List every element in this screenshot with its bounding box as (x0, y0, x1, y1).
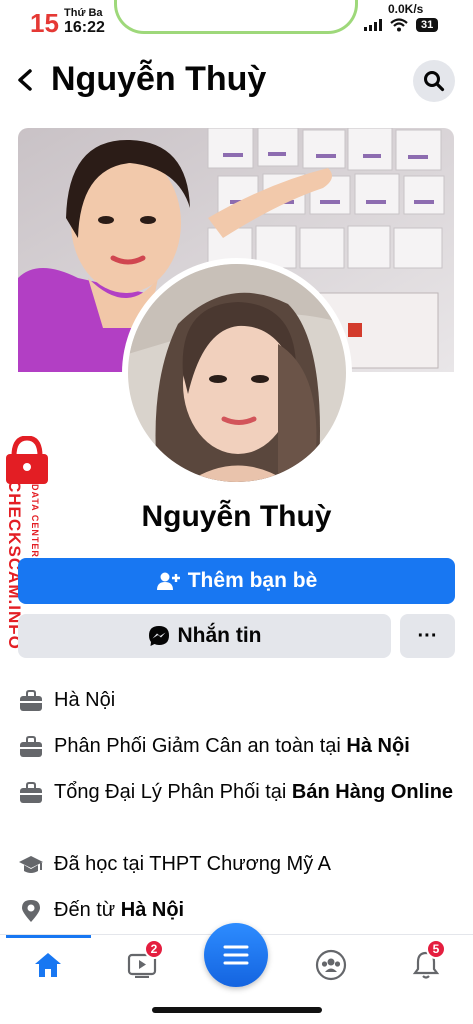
message-label: Nhắn tin (177, 624, 262, 647)
detail-text: Hà Nội (54, 689, 116, 711)
detail-text: Tổng Đại Lý Phân Phối tại Bán Hàng Onlin… (54, 781, 454, 803)
menu-button[interactable] (204, 923, 268, 987)
search-icon (424, 71, 445, 92)
menu-icon (223, 945, 249, 965)
nav-notifications[interactable]: 5 (406, 939, 446, 985)
detail-text: Phân Phối Giảm Cân an toàn tại Hà Nội (54, 735, 410, 757)
home-indicator (152, 1007, 322, 1013)
graduation-cap-icon (19, 856, 43, 873)
chevron-left-icon (18, 69, 32, 91)
detail-text: Đã học tại THPT Chương Mỹ A (54, 853, 331, 875)
add-friend-label: Thêm bạn bè (187, 569, 318, 592)
nav-video[interactable]: 2 (122, 939, 164, 985)
wifi-icon (390, 18, 408, 32)
nav-groups[interactable] (311, 945, 351, 985)
battery-indicator: 31 (416, 18, 439, 32)
page-title: Nguyễn Thuỳ (51, 60, 267, 98)
nav-home[interactable] (28, 945, 68, 985)
detail-row: Phân Phối Giảm Cân an toàn tại Hà Nội (18, 732, 458, 760)
search-button[interactable] (413, 60, 455, 102)
profile-name: Nguyễn Thuỳ (141, 500, 332, 533)
notifications-badge: 5 (426, 939, 446, 959)
status-icons: 31 (364, 18, 439, 32)
avatar-image (128, 264, 346, 482)
briefcase-icon (20, 782, 42, 803)
active-tab-indicator (6, 935, 91, 938)
add-friend-button[interactable]: Thêm bạn bè (18, 558, 455, 604)
detail-row: Hà Nội (18, 686, 458, 714)
profile-header: Nguyễn Thuỳ (0, 50, 473, 110)
status-bar: 15 Thứ Ba 16:22 0.0K/s 31 (0, 0, 473, 44)
status-weekday: Thứ Ba (64, 7, 103, 19)
groups-icon (315, 949, 347, 981)
status-time: 16:22 (64, 19, 105, 36)
camera-notch (114, 0, 358, 34)
detail-row: Tổng Đại Lý Phân Phối tại Bán Hàng Onlin… (18, 778, 458, 806)
network-speed: 0.0K/s (388, 2, 424, 16)
messenger-icon (148, 626, 169, 646)
more-options-button[interactable]: ··· (400, 614, 455, 658)
more-options-label: ··· (417, 624, 438, 647)
status-date: 15 (30, 8, 59, 38)
signal-icon (364, 19, 382, 31)
add-friend-icon (156, 572, 180, 590)
detail-text: Đến từ Hà Nội (54, 899, 185, 921)
briefcase-icon (20, 690, 42, 711)
home-icon (35, 953, 61, 977)
location-pin-icon (22, 900, 40, 922)
message-button[interactable]: Nhắn tin (18, 614, 391, 658)
back-button[interactable] (12, 58, 40, 102)
profile-avatar[interactable] (122, 258, 352, 488)
detail-row: Đã học tại THPT Chương Mỹ A (18, 850, 458, 878)
detail-row: Đến từ Hà Nội (18, 896, 458, 924)
video-badge: 2 (144, 939, 164, 959)
briefcase-icon (20, 736, 42, 757)
